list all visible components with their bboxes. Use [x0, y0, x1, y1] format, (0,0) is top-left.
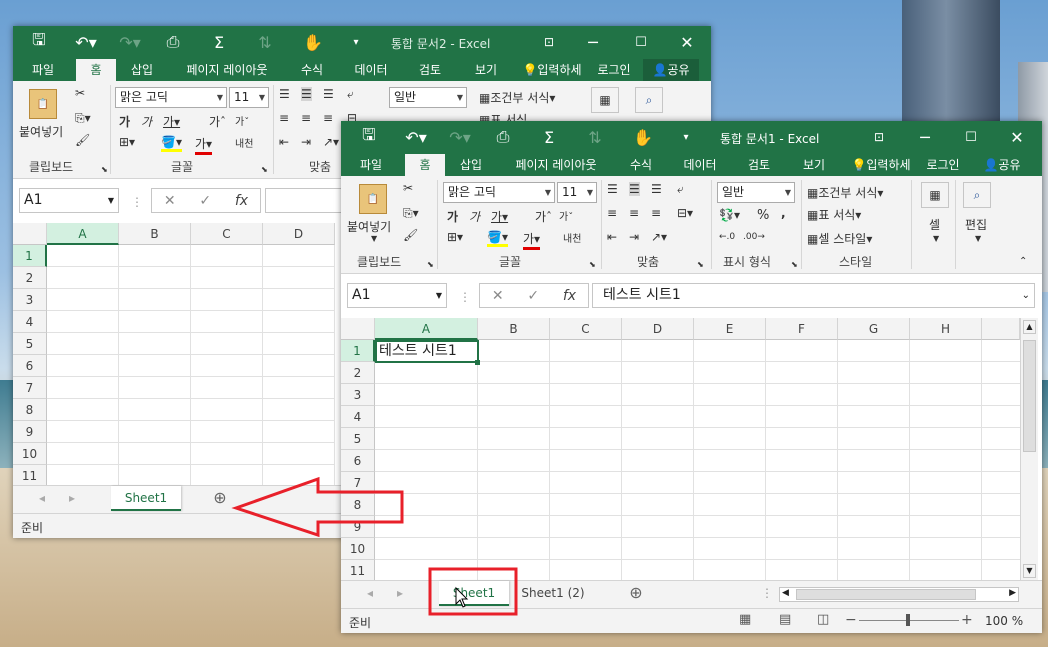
annotation-layer: [231, 476, 518, 616]
annotation-arrow: [231, 476, 404, 538]
cell-a1[interactable]: 테스트 시트1: [375, 340, 479, 363]
fill-handle[interactable]: [475, 360, 480, 365]
mouse-cursor-icon: [455, 586, 469, 608]
annotation-highlight-box: [428, 567, 518, 616]
